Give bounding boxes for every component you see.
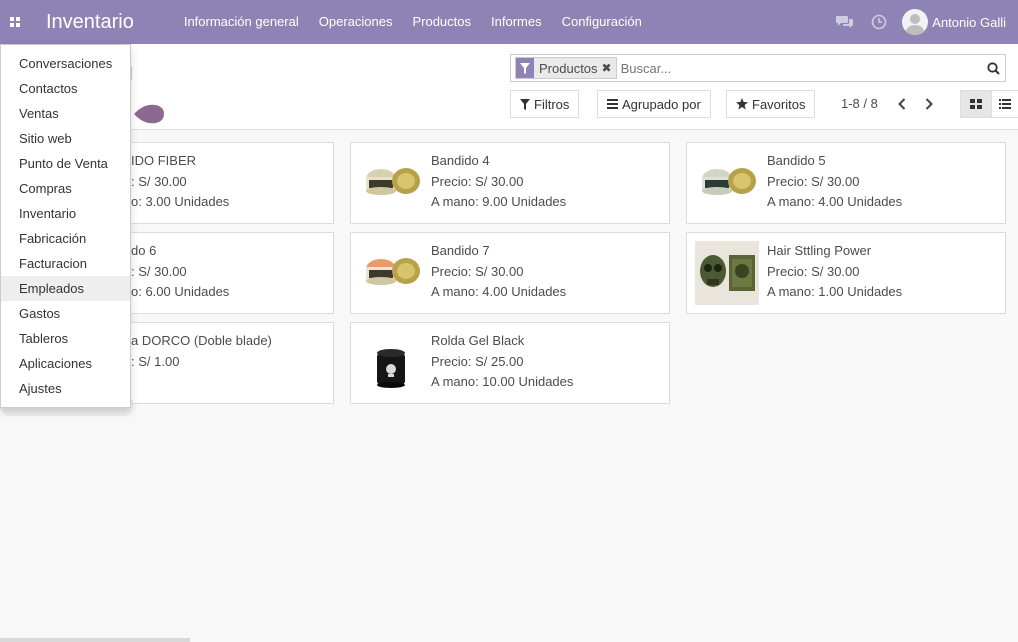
top-navbar: Inventario Información general Operacion… xyxy=(0,0,1018,44)
menu-configuracion[interactable]: Configuración xyxy=(552,0,652,44)
filter-icon xyxy=(516,58,534,78)
product-card[interactable]: Bandido 5 Precio: S/ 30.00 A mano: 4.00 … xyxy=(686,142,1006,224)
favorites-label: Favoritos xyxy=(752,96,806,112)
product-price: Precio: S/ 30.00 xyxy=(767,174,860,189)
clock-icon[interactable] xyxy=(862,0,896,44)
product-image xyxy=(695,241,759,305)
product-price: : S/ 1.00 xyxy=(131,354,180,369)
app-item-inventario[interactable]: Inventario xyxy=(1,201,130,226)
product-image xyxy=(359,241,423,305)
product-qty: A mano: 1.00 Unidades xyxy=(767,284,903,299)
apps-dropdown-menu: Conversaciones Contactos Ventas Sitio we… xyxy=(0,44,131,408)
app-item-ajustes[interactable]: Ajustes xyxy=(1,376,130,401)
app-item-tableros[interactable]: Tableros xyxy=(1,326,130,351)
product-price: Precio: S/ 30.00 xyxy=(767,264,860,279)
filter-icon xyxy=(520,98,530,110)
bars-icon xyxy=(607,99,618,109)
product-price: : S/ 30.00 xyxy=(131,264,187,279)
product-price: Precio: S/ 25.00 xyxy=(431,354,524,369)
facet-label: Productos xyxy=(539,60,598,76)
product-name: do 6 xyxy=(131,243,157,258)
product-card[interactable]: Bandido 7 Precio: S/ 30.00 A mano: 4.00 … xyxy=(350,232,670,314)
navbar-systray: Antonio Galli xyxy=(828,0,1018,44)
product-name: Bandido 7 xyxy=(431,243,490,258)
app-item-compras[interactable]: Compras xyxy=(1,176,130,201)
product-qty: o: 3.00 Unidades xyxy=(131,194,230,209)
product-qty: o: 6.00 Unidades xyxy=(131,284,230,299)
leaf-icon xyxy=(134,104,164,124)
main-menu: Información general Operaciones Producto… xyxy=(174,0,652,44)
product-name: Bandido 4 xyxy=(431,153,490,168)
product-image xyxy=(359,331,423,395)
pager-previous-icon[interactable] xyxy=(892,94,912,114)
app-item-empleados[interactable]: Empleados xyxy=(1,276,130,301)
product-card[interactable]: Bandido 4 Precio: S/ 30.00 A mano: 9.00 … xyxy=(350,142,670,224)
product-card[interactable]: Rolda Gel Black Precio: S/ 25.00 A mano:… xyxy=(350,322,670,404)
product-qty: A mano: 4.00 Unidades xyxy=(431,284,567,299)
app-item-sitio-web[interactable]: Sitio web xyxy=(1,126,130,151)
filters-button[interactable]: Filtros xyxy=(510,90,580,118)
remove-facet-icon[interactable]: ✖ xyxy=(602,61,616,75)
menu-productos[interactable]: Productos xyxy=(402,0,481,44)
search-facet: Productos ✖ xyxy=(515,57,617,79)
filters-label: Filtros xyxy=(534,96,570,112)
app-item-contactos[interactable]: Contactos xyxy=(1,76,130,101)
app-title: Inventario xyxy=(46,10,134,33)
product-price: : S/ 30.00 xyxy=(131,174,187,189)
menu-informacion-general[interactable]: Información general xyxy=(174,0,309,44)
product-price: Precio: S/ 30.00 xyxy=(431,174,524,189)
chat-icon[interactable] xyxy=(828,0,862,44)
app-item-facturacion[interactable]: Facturacion xyxy=(1,251,130,276)
user-menu[interactable]: Antonio Galli xyxy=(902,9,1006,35)
menu-informes[interactable]: Informes xyxy=(481,0,552,44)
list-view-icon[interactable] xyxy=(991,90,1018,118)
kanban-view-icon[interactable] xyxy=(960,90,992,118)
product-qty: A mano: 10.00 Unidades xyxy=(431,374,574,389)
apps-grid-icon xyxy=(10,17,20,27)
search-icon[interactable] xyxy=(981,61,1005,75)
app-item-aplicaciones[interactable]: Aplicaciones xyxy=(1,351,130,376)
user-name: Antonio Galli xyxy=(932,14,1006,30)
app-item-conversaciones[interactable]: Conversaciones xyxy=(1,51,130,76)
star-icon xyxy=(736,98,748,110)
product-price: Precio: S/ 30.00 xyxy=(431,264,524,279)
app-item-punto-de-venta[interactable]: Punto de Venta xyxy=(1,151,130,176)
product-card[interactable]: Hair Sttling Power Precio: S/ 30.00 A ma… xyxy=(686,232,1006,314)
product-qty: A mano: 4.00 Unidades xyxy=(767,194,903,209)
group-by-button[interactable]: Agrupado por xyxy=(597,90,711,118)
product-name: Hair Sttling Power xyxy=(767,243,872,258)
product-name: a DORCO (Doble blade) xyxy=(131,333,272,348)
avatar xyxy=(902,9,929,35)
product-image xyxy=(695,151,759,215)
search-input[interactable] xyxy=(620,60,981,76)
app-item-fabricacion[interactable]: Fabricación xyxy=(1,226,130,251)
search-box[interactable]: Productos ✖ xyxy=(510,54,1006,82)
app-item-gastos[interactable]: Gastos xyxy=(1,301,130,326)
favorites-button[interactable]: Favoritos xyxy=(726,90,816,118)
pager-next-icon[interactable] xyxy=(919,94,939,114)
bottom-scroll-indicator xyxy=(0,638,190,642)
menu-operaciones[interactable]: Operaciones xyxy=(309,0,403,44)
apps-menu-button[interactable] xyxy=(0,0,30,44)
group-by-label: Agrupado por xyxy=(622,96,701,112)
product-name: Rolda Gel Black xyxy=(431,333,525,348)
pager-value[interactable]: 1-8 / 8 xyxy=(841,96,878,111)
product-name: Bandido 5 xyxy=(767,153,826,168)
product-image xyxy=(359,151,423,215)
product-qty: A mano: 9.00 Unidades xyxy=(431,194,567,209)
product-name: IDO FIBER xyxy=(131,153,197,168)
app-item-ventas[interactable]: Ventas xyxy=(1,101,130,126)
